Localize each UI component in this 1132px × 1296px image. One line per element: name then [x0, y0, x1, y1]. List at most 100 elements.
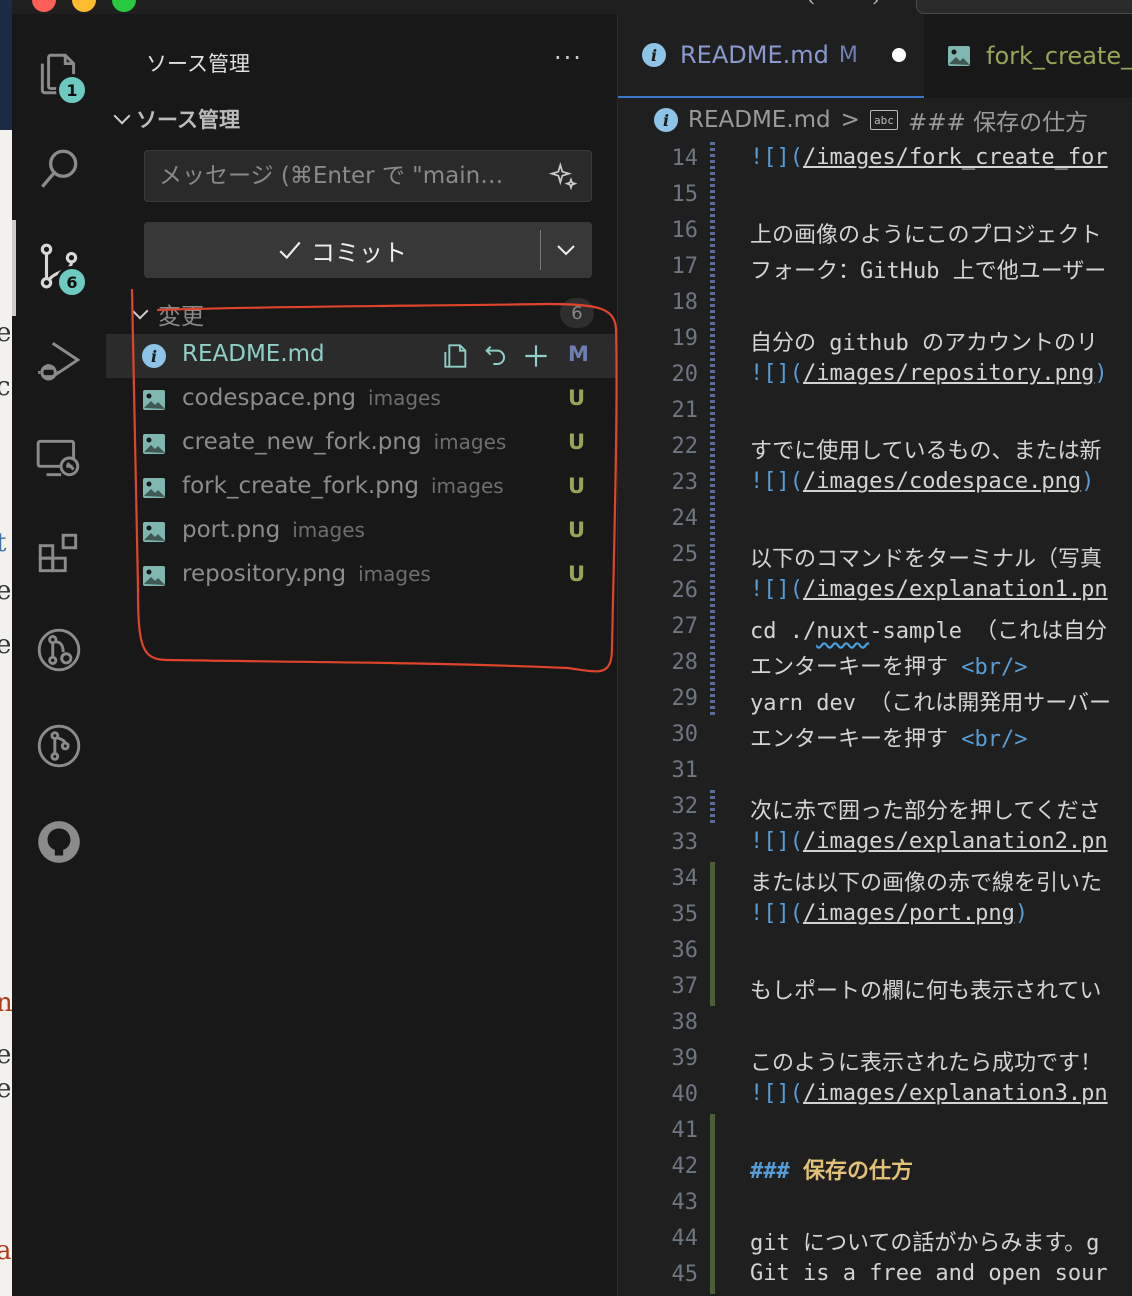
code-line[interactable]: 24 [618, 502, 1132, 538]
code-line[interactable]: 29 yarn dev （これは開発用サーバー [618, 682, 1132, 718]
code-line[interactable]: 44 git についての話がからみます。g [618, 1222, 1132, 1258]
code-line[interactable]: 45 Git is a free and open sour [618, 1258, 1132, 1294]
code-line[interactable]: 14 ![](/images/fork_create_for [618, 142, 1132, 178]
code-line[interactable]: 16 上の画像のようにこのプロジェクト [618, 214, 1132, 250]
code-line[interactable]: 17 フォーク：GitHub 上で他ユーザー [618, 250, 1132, 286]
file-dir: images [433, 430, 507, 454]
explorer-button[interactable]: 1 [12, 28, 106, 120]
changed-file-row[interactable]: repository.png images U [106, 554, 618, 598]
breadcrumb-file[interactable]: README.md [688, 107, 831, 133]
line-number: 17 [671, 254, 699, 279]
code-line[interactable]: 19 自分の github のアカウントのリ [618, 322, 1132, 358]
commit-dropdown-button[interactable] [541, 222, 591, 278]
remote-explorer-icon [36, 439, 80, 477]
tab-readme[interactable]: i README.md M [618, 14, 924, 98]
code-line[interactable]: 27 cd ./nuxt-sample （これは自分 [618, 610, 1132, 646]
code-line[interactable]: 33 ![](/images/explanation2.pn [618, 826, 1132, 862]
sparkle-icon[interactable] [547, 161, 579, 193]
back-arrow-icon[interactable]: ‹ [808, 0, 815, 11]
image-file-icon [143, 390, 165, 410]
tab-fork-create[interactable]: fork_create_ [924, 14, 1132, 98]
code-line[interactable]: 21 [618, 394, 1132, 430]
stage-changes-icon[interactable] [520, 340, 552, 372]
code-line[interactable]: 23 ![](/images/codespace.png) [618, 466, 1132, 502]
line-number: 32 [671, 794, 699, 819]
code-line[interactable]: 32 次に赤で囲った部分を押してくださ [618, 790, 1132, 826]
code-line[interactable]: 35 ![](/images/port.png) [618, 898, 1132, 934]
code-line[interactable]: 15 [618, 178, 1132, 214]
section-title: ソース管理 [136, 108, 240, 132]
code-line[interactable]: 36 [618, 934, 1132, 970]
changed-file-row[interactable]: i README.md M [106, 334, 618, 378]
code-line[interactable]: 30 エンターキーを押す <br/> [618, 718, 1132, 754]
code-text: 次に赤で囲った部分を押してくださ [750, 799, 1101, 824]
more-actions-button[interactable]: ··· [554, 44, 583, 72]
search-button[interactable] [12, 124, 106, 216]
code-text: 上の画像のようにこのプロジェクト [750, 223, 1102, 248]
code-text: git についての話がからみます。g [750, 1231, 1100, 1256]
code-text: 以下のコマンドをターミナル（写真 [750, 547, 1103, 572]
close-window-button[interactable] [32, 0, 56, 12]
file-name: README.md [182, 341, 325, 367]
file-status: U [568, 562, 586, 586]
line-number: 26 [671, 578, 699, 603]
forward-arrow-icon[interactable]: › [872, 0, 879, 11]
commit-button[interactable]: コミット [144, 222, 540, 278]
remote-explorer-button[interactable] [12, 412, 106, 504]
code-line[interactable]: 26 ![](/images/explanation1.pn [618, 574, 1132, 610]
source-control-section-header[interactable]: ソース管理 [113, 104, 240, 134]
line-number: 19 [671, 326, 699, 351]
chevron-down-icon [113, 107, 131, 125]
text-run: -sample （これは自分 [869, 619, 1108, 644]
code-line[interactable]: 39 このように表示されたら成功です！ [618, 1042, 1132, 1078]
commit-button-label: コミット [311, 238, 407, 267]
command-center-search[interactable] [916, 0, 1132, 14]
line-number: 24 [671, 506, 699, 531]
code-line[interactable]: 40 ![](/images/explanation3.pn [618, 1078, 1132, 1114]
github-pull-requests-button[interactable] [12, 604, 106, 696]
code-line[interactable]: 22 すでに使用しているもの、または新 [618, 430, 1132, 466]
code-line[interactable]: 18 [618, 286, 1132, 322]
discard-changes-icon[interactable] [480, 340, 512, 372]
md-link-path: /images/explanation1.pn [802, 577, 1108, 602]
gutter-indicator [710, 1258, 715, 1294]
unsaved-dot-icon[interactable] [891, 48, 906, 62]
code-line[interactable]: 41 [618, 1114, 1132, 1150]
line-number: 22 [671, 434, 699, 459]
code-line[interactable]: 38 [618, 1006, 1132, 1042]
changed-file-row[interactable]: fork_create_fork.png images U [106, 466, 618, 510]
run-debug-icon [38, 342, 81, 381]
code-line[interactable]: 34 または以下の画像の赤で線を引いた [618, 862, 1132, 898]
changed-file-row[interactable]: port.png images U [106, 510, 618, 554]
minimize-window-button[interactable] [72, 0, 96, 12]
github-button[interactable] [12, 796, 106, 888]
source-control-button[interactable]: 6 [12, 220, 106, 312]
code-line[interactable]: 25 以下のコマンドをターミナル（写真 [618, 538, 1132, 574]
code-line[interactable]: 28 エンターキーを押す <br/> [618, 646, 1132, 682]
run-debug-button[interactable] [12, 316, 106, 408]
heading-marker: ### [750, 1159, 790, 1184]
code-line[interactable]: 37 もしポートの欄に何も表示されてい [618, 970, 1132, 1006]
breadcrumb-symbol[interactable]: ### 保存の仕方 [908, 103, 1088, 137]
md-image-syntax: ) [1014, 901, 1029, 926]
git-graph-button[interactable] [12, 700, 106, 792]
changed-file-row[interactable]: create_new_fork.png images U [106, 422, 618, 466]
commit-message-input[interactable] [145, 151, 535, 201]
commit-button-group: コミット [144, 222, 592, 278]
md-image-syntax: ) [1094, 361, 1108, 386]
code-line[interactable]: 20 ![](/images/repository.png) [618, 358, 1132, 394]
open-file-icon[interactable] [440, 340, 472, 372]
code-text: もしポートの欄に何も表示されてい [750, 979, 1102, 1004]
changes-section-header[interactable]: 変更 6 [131, 296, 594, 332]
code-line[interactable]: 43 [618, 1186, 1132, 1222]
code-line[interactable]: 31 [618, 754, 1132, 790]
code-line[interactable]: 42 ### 保存の仕方 [618, 1150, 1132, 1186]
gutter-indicator [710, 1150, 715, 1186]
changed-file-row[interactable]: codespace.png images U [106, 378, 618, 422]
zoom-window-button[interactable] [112, 0, 136, 12]
text-run: エンターキーを押す [750, 727, 962, 752]
md-image-syntax: ![]( [750, 829, 803, 854]
extensions-button[interactable] [12, 508, 106, 600]
gutter-indicator [710, 142, 715, 178]
line-number: 34 [671, 866, 699, 891]
